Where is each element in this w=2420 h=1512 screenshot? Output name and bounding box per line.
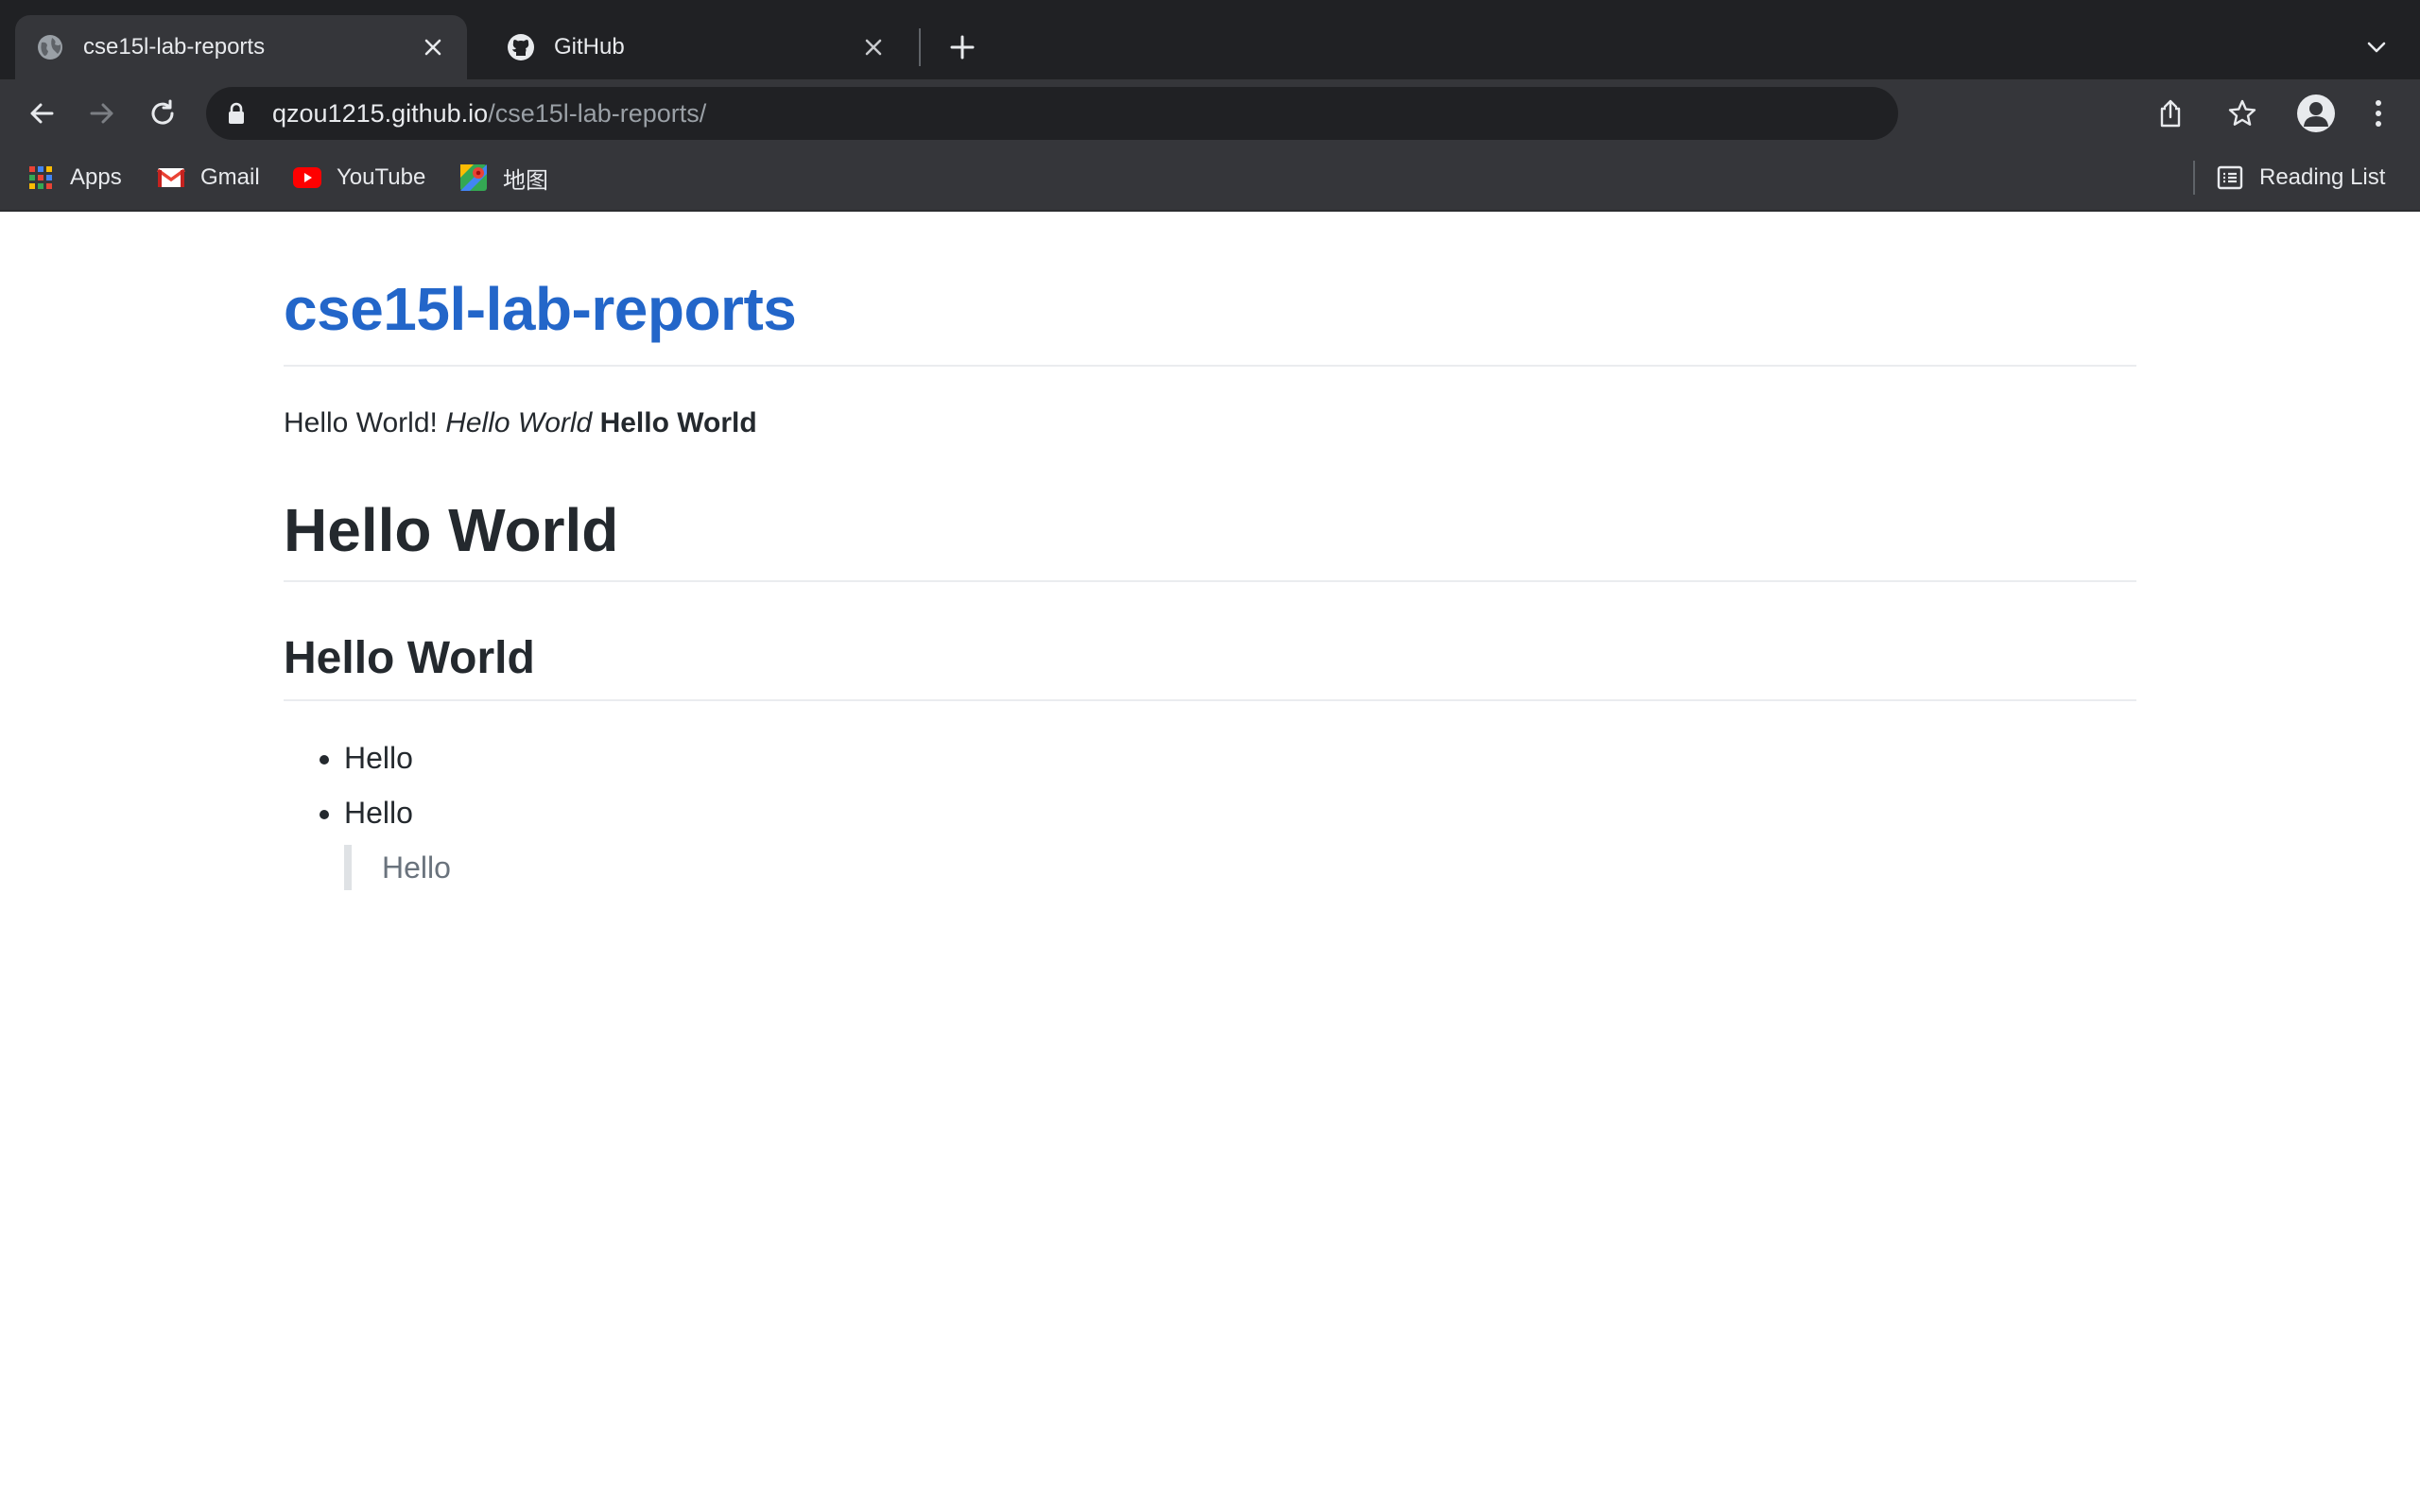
tab-separator xyxy=(919,28,921,66)
intro-paragraph: Hello World! Hello World Hello World xyxy=(284,404,2136,441)
intro-italic-text: Hello World xyxy=(445,407,593,439)
tab-github[interactable]: GitHub xyxy=(486,15,908,79)
reading-list-label: Reading List xyxy=(2259,164,2386,190)
person-icon xyxy=(2304,102,2328,127)
github-icon xyxy=(507,33,535,61)
bookmark-label: YouTube xyxy=(337,164,426,190)
apps-grid-icon xyxy=(26,163,55,192)
bullet-list: Hello Hello xyxy=(284,735,2136,835)
profile-avatar[interactable] xyxy=(2297,94,2335,132)
bookmarks-separator xyxy=(2193,161,2195,195)
youtube-icon xyxy=(293,163,321,192)
arrow-left-icon xyxy=(30,103,54,124)
list-item: Hello xyxy=(344,735,2136,781)
site-title-link[interactable]: cse15l-lab-reports xyxy=(284,212,2136,368)
bookmark-label: 地图 xyxy=(503,167,548,194)
intro-bold-text: Hello World xyxy=(599,407,757,439)
back-button[interactable] xyxy=(21,93,62,134)
plus-icon xyxy=(950,35,975,60)
address-bar[interactable]: qzou1215.github.io/cse15l-lab-reports/ xyxy=(206,87,2256,140)
reading-list-button[interactable]: Reading List xyxy=(2216,161,2385,195)
bookmark-youtube[interactable]: YouTube xyxy=(293,161,425,195)
bookmark-maps[interactable]: 地图 xyxy=(459,161,548,195)
list-item: Hello xyxy=(344,790,2136,835)
heading-2: Hello World xyxy=(284,631,2136,701)
url-host: qzou1215.github.io xyxy=(272,98,489,128)
close-tab-icon[interactable] xyxy=(860,34,887,60)
bookmarks-bar: Apps Gmail YouTube 地图 Reading List xyxy=(0,147,2420,212)
tab-strip: cse15l-lab-reports GitHub xyxy=(0,0,2420,79)
tab-search-button[interactable] xyxy=(2358,28,2395,66)
bookmark-star-icon[interactable] xyxy=(2223,94,2261,132)
bookmark-label: Apps xyxy=(70,164,122,190)
bookmark-apps[interactable]: Apps xyxy=(26,161,122,195)
url-path: /cse15l-lab-reports/ xyxy=(488,98,707,128)
maps-icon xyxy=(459,163,488,192)
forward-button[interactable] xyxy=(81,93,123,134)
page-content: cse15l-lab-reports Hello World! Hello Wo… xyxy=(284,212,2136,890)
close-tab-icon[interactable] xyxy=(420,34,446,60)
tab-cse15l-lab-reports[interactable]: cse15l-lab-reports xyxy=(15,15,467,79)
gmail-icon xyxy=(157,163,185,192)
reading-list-icon xyxy=(2216,163,2244,192)
tab-title: cse15l-lab-reports xyxy=(83,34,266,60)
kebab-menu-icon xyxy=(2376,100,2381,127)
browser-toolbar: qzou1215.github.io/cse15l-lab-reports/ xyxy=(0,79,2420,147)
reload-button[interactable] xyxy=(142,93,183,134)
bookmark-gmail[interactable]: Gmail xyxy=(157,161,260,195)
reload-icon xyxy=(151,99,174,125)
blockquote: Hello xyxy=(344,844,2136,890)
url-text: qzou1215.github.io/cse15l-lab-reports/ xyxy=(272,99,706,129)
intro-plain-text: Hello World! xyxy=(284,407,438,439)
tab-title: GitHub xyxy=(554,34,625,60)
share-icon[interactable] xyxy=(2152,94,2189,132)
heading-1: Hello World xyxy=(284,494,2136,583)
new-tab-button[interactable] xyxy=(943,28,981,66)
lock-icon[interactable] xyxy=(225,102,248,125)
chrome-menu-button[interactable] xyxy=(2360,93,2397,134)
chevron-down-icon xyxy=(2367,42,2386,53)
arrow-right-icon xyxy=(90,103,113,124)
bookmark-label: Gmail xyxy=(200,164,260,190)
globe-icon xyxy=(36,33,64,61)
